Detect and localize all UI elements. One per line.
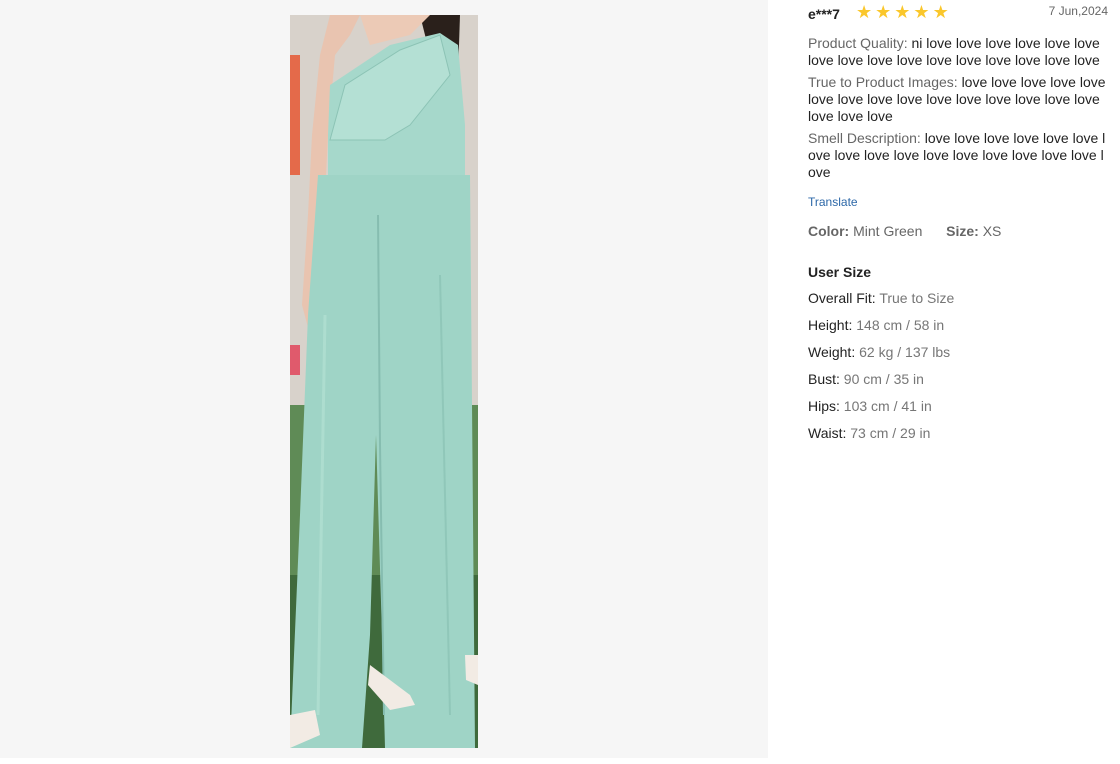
user-size-row-hips: Hips: 103 cm / 41 in (808, 398, 1108, 415)
star-rating: ★ ★ ★ ★ ★ (856, 3, 949, 21)
size-row-label: Height: (808, 317, 853, 333)
review-attribute-quality: Product Quality: ni love love love love … (808, 35, 1106, 69)
reviewer-username: e***7 (808, 6, 840, 22)
star-icon: ★ (875, 2, 892, 22)
review-photo[interactable] (290, 15, 478, 748)
size-row-value: 73 cm / 29 in (850, 425, 931, 441)
review-attribute-smell: Smell Description: love love love love l… (808, 130, 1106, 181)
size-row-label: Hips: (808, 398, 840, 414)
user-size-title: User Size (808, 264, 872, 280)
user-size-row-fit: Overall Fit: True to Size (808, 290, 1108, 307)
star-icon: ★ (856, 2, 873, 22)
translate-link[interactable]: Translate (808, 195, 1108, 209)
user-size-row-waist: Waist: 73 cm / 29 in (808, 425, 1108, 442)
jumpsuit-photo-illustration (290, 15, 478, 748)
attribute-label: Smell Description: (808, 130, 921, 146)
user-size-row-bust: Bust: 90 cm / 35 in (808, 371, 1108, 388)
image-viewer (0, 0, 768, 758)
attribute-label: True to Product Images: (808, 74, 958, 90)
size-row-label: Overall Fit: (808, 290, 876, 306)
size-row-value: 103 cm / 41 in (843, 398, 932, 414)
star-icon: ★ (932, 2, 949, 22)
size-row-value: True to Size (879, 290, 955, 306)
review-attribute-images: True to Product Images: love love love l… (808, 74, 1106, 125)
review-panel: e***7 ★ ★ ★ ★ ★ 7 Jun,2024 Product Quali… (808, 0, 1108, 442)
star-icon: ★ (894, 2, 911, 22)
size-row-label: Bust: (808, 371, 840, 387)
user-size-row-weight: Weight: 62 kg / 137 lbs (808, 344, 1108, 361)
size-value: XS (982, 223, 1002, 239)
size-row-label: Waist: (808, 425, 847, 441)
review-header: e***7 ★ ★ ★ ★ ★ 7 Jun,2024 (808, 0, 1108, 30)
star-icon: ★ (913, 2, 930, 22)
color-value: Mint Green (853, 223, 923, 239)
size-row-value: 90 cm / 35 in (843, 371, 924, 387)
size-label: Size: (946, 223, 979, 239)
size-row-value: 62 kg / 137 lbs (859, 344, 951, 360)
review-detail-page: e***7 ★ ★ ★ ★ ★ 7 Jun,2024 Product Quali… (0, 0, 1120, 764)
size-row-label: Weight: (808, 344, 856, 360)
size-row-value: 148 cm / 58 in (856, 317, 945, 333)
sku-info: Color: Mint Green Size: XS (808, 223, 1108, 239)
review-date: 7 Jun,2024 (1048, 4, 1108, 18)
user-size-row-height: Height: 148 cm / 58 in (808, 317, 1108, 334)
color-label: Color: (808, 223, 850, 239)
attribute-label: Product Quality: (808, 35, 908, 51)
